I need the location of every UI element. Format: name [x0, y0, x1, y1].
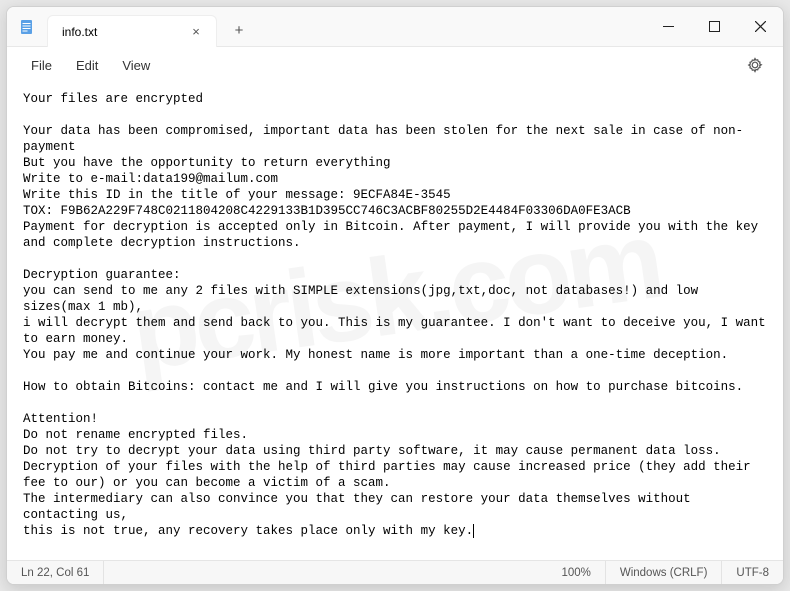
gear-icon	[747, 57, 763, 73]
tab-title: info.txt	[62, 25, 97, 39]
tab-strip: info.txt × +	[47, 7, 255, 46]
notepad-icon	[19, 19, 35, 35]
menu-view[interactable]: View	[112, 54, 160, 77]
menu-edit[interactable]: Edit	[66, 54, 108, 77]
document-text: Your files are encrypted Your data has b…	[23, 92, 773, 538]
status-line-ending[interactable]: Windows (CRLF)	[606, 561, 723, 584]
text-caret	[473, 524, 474, 538]
settings-button[interactable]	[741, 51, 769, 79]
maximize-icon	[709, 21, 720, 32]
close-icon	[755, 21, 766, 32]
menu-file[interactable]: File	[21, 54, 62, 77]
status-zoom[interactable]: 100%	[547, 561, 605, 584]
tab-info-txt[interactable]: info.txt ×	[47, 15, 217, 47]
tab-close-button[interactable]: ×	[188, 24, 204, 40]
titlebar: info.txt × +	[7, 7, 783, 47]
status-encoding[interactable]: UTF-8	[722, 561, 783, 584]
maximize-button[interactable]	[691, 7, 737, 46]
minimize-icon	[663, 21, 674, 32]
status-bar: Ln 22, Col 61 100% Windows (CRLF) UTF-8	[7, 560, 783, 584]
new-tab-button[interactable]: +	[223, 14, 255, 46]
app-icon	[7, 19, 47, 35]
text-editor[interactable]: Your files are encrypted Your data has b…	[7, 83, 783, 560]
notepad-window: info.txt × + File Edit View Your	[6, 6, 784, 585]
status-position[interactable]: Ln 22, Col 61	[7, 561, 104, 584]
menubar: File Edit View	[7, 47, 783, 83]
close-button[interactable]	[737, 7, 783, 46]
window-controls	[645, 7, 783, 46]
minimize-button[interactable]	[645, 7, 691, 46]
